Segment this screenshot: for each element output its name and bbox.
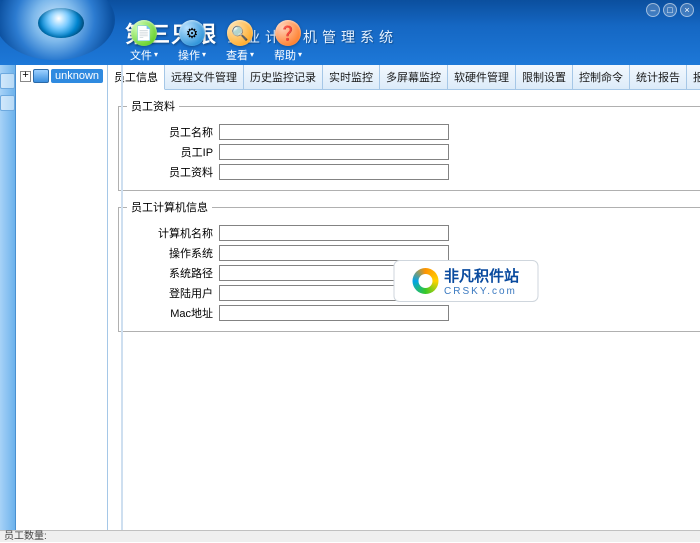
- tree-expander[interactable]: +: [20, 71, 31, 82]
- input-mac[interactable]: [219, 305, 449, 321]
- label-computer-name: 计算机名称: [127, 225, 219, 241]
- close-button[interactable]: ×: [680, 3, 694, 17]
- main-toolbar: 📄 文件 ▾ ⚙ 操作 ▾ 🔍 查看 ▾ ❓ 帮助 ▾: [130, 25, 302, 65]
- tab-multiscreen[interactable]: 多屏幕监控: [380, 65, 448, 89]
- input-os[interactable]: [219, 245, 449, 261]
- left-strip-tab[interactable]: [0, 73, 15, 89]
- row-employee-data: 员工资料: [127, 164, 700, 180]
- tab-hwsw[interactable]: 软硬件管理: [448, 65, 516, 89]
- content-tabbar: 员工信息 远程文件管理 历史监控记录 实时监控 多屏幕监控 软硬件管理 限制设置…: [108, 65, 700, 90]
- toolbar-label: 操作: [178, 47, 200, 63]
- legend-computer: 员工计算机信息: [127, 199, 212, 215]
- toolbar-view-button[interactable]: 🔍 查看 ▾: [226, 20, 254, 65]
- chevron-down-icon: ▾: [202, 50, 206, 59]
- tab-stats[interactable]: 统计报告: [630, 65, 687, 89]
- toolbar-help-button[interactable]: ❓ 帮助 ▾: [274, 20, 302, 65]
- tab-alarm-log[interactable]: 报警日志: [687, 65, 700, 89]
- label-mac: Mac地址: [127, 305, 219, 321]
- view-icon: 🔍: [227, 20, 253, 46]
- crsky-logo-icon: [412, 268, 438, 294]
- label-login-user: 登陆用户: [127, 285, 219, 301]
- tab-history[interactable]: 历史监控记录: [244, 65, 323, 89]
- left-tab-strip: [0, 65, 16, 530]
- watermark-title: 非凡积件站: [444, 265, 519, 286]
- status-text: 员工数量:: [4, 531, 47, 542]
- tab-restrict[interactable]: 限制设置: [516, 65, 573, 89]
- tree-root-row: + unknown: [20, 69, 103, 83]
- help-icon: ❓: [275, 20, 301, 46]
- input-computer-name[interactable]: [219, 225, 449, 241]
- label-employee-data: 员工资料: [127, 164, 219, 180]
- tab-control-cmd[interactable]: 控制命令: [573, 65, 630, 89]
- workspace: + unknown 员工信息 远程文件管理 历史监控记录 实时监控 多屏幕监控 …: [0, 65, 700, 530]
- row-computer-name: 计算机名称: [127, 225, 700, 241]
- fieldset-employee: 员工资料 员工名称 员工IP 员工资料: [118, 98, 700, 191]
- app-header: 第三只眼 企业计算机管理系统 – □ × 📄 文件 ▾ ⚙ 操作 ▾ 🔍 查看 …: [0, 0, 700, 65]
- input-employee-ip[interactable]: [219, 144, 449, 160]
- toolbar-label: 帮助: [274, 47, 296, 63]
- tab-employee-info[interactable]: 员工信息: [108, 65, 165, 90]
- toolbar-file-button[interactable]: 📄 文件 ▾: [130, 20, 158, 65]
- status-bar: 员工数量:: [0, 530, 700, 542]
- tab-realtime[interactable]: 实时监控: [323, 65, 380, 89]
- label-employee-ip: 员工IP: [127, 144, 219, 160]
- row-employee-name: 员工名称: [127, 124, 700, 140]
- toolbar-label: 查看: [226, 47, 248, 63]
- toolbar-action-button[interactable]: ⚙ 操作 ▾: [178, 20, 206, 65]
- computer-group-icon: [33, 69, 49, 83]
- tree-node-label[interactable]: unknown: [51, 69, 103, 83]
- content-pane: 员工信息 远程文件管理 历史监控记录 实时监控 多屏幕监控 软硬件管理 限制设置…: [108, 65, 700, 530]
- minimize-button[interactable]: –: [646, 3, 660, 17]
- window-controls: – □ ×: [646, 3, 694, 17]
- logo-eye: [0, 0, 125, 65]
- row-os: 操作系统: [127, 245, 700, 261]
- input-employee-name[interactable]: [219, 124, 449, 140]
- maximize-button[interactable]: □: [663, 3, 677, 17]
- watermark-badge: 非凡积件站 CRSKY.com: [393, 260, 538, 302]
- form-area: 员工资料 员工名称 员工IP 员工资料 员工计算机信息 计算机名称: [108, 90, 700, 348]
- left-strip-tab[interactable]: [0, 95, 15, 111]
- toolbar-label: 文件: [130, 47, 152, 63]
- row-employee-ip: 员工IP: [127, 144, 700, 160]
- chevron-down-icon: ▾: [154, 50, 158, 59]
- input-employee-data[interactable]: [219, 164, 449, 180]
- watermark-subtitle: CRSKY.com: [444, 286, 519, 297]
- legend-employee: 员工资料: [127, 98, 179, 114]
- chevron-down-icon: ▾: [298, 50, 302, 59]
- vertical-splitter[interactable]: [121, 65, 123, 530]
- tab-remote-file[interactable]: 远程文件管理: [165, 65, 244, 89]
- row-mac: Mac地址: [127, 305, 700, 321]
- label-os: 操作系统: [127, 245, 219, 261]
- label-syspath: 系统路径: [127, 265, 219, 281]
- action-icon: ⚙: [179, 20, 205, 46]
- file-icon: 📄: [131, 20, 157, 46]
- label-employee-name: 员工名称: [127, 124, 219, 140]
- chevron-down-icon: ▾: [250, 50, 254, 59]
- tree-sidebar: + unknown: [16, 65, 108, 530]
